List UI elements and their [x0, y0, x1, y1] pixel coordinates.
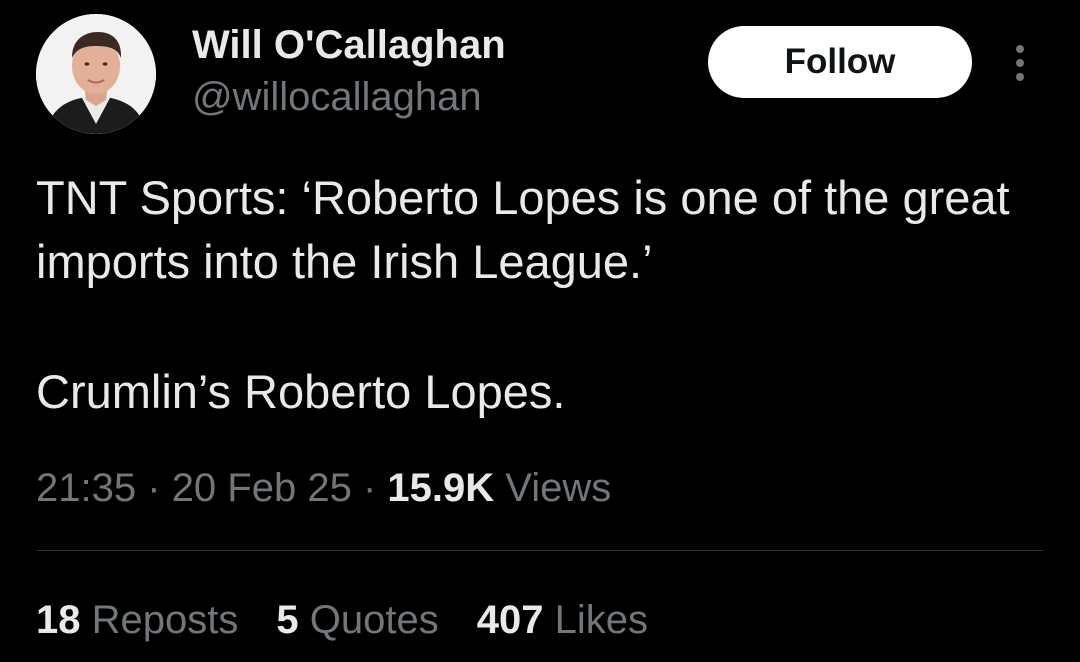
tweet-meta: 21:35 · 20 Feb 25 · 15.9K Views: [36, 462, 611, 514]
follow-button[interactable]: Follow: [708, 26, 972, 98]
profile-photo-icon: [36, 14, 156, 134]
tweet-text: TNT Sports: ‘Roberto Lopes is one of the…: [36, 166, 1046, 424]
quotes-count: 5: [276, 598, 299, 642]
tweet-time[interactable]: 21:35: [36, 466, 136, 510]
meta-separator: ·: [362, 466, 377, 510]
reposts-stat[interactable]: 18 Reposts: [36, 594, 238, 646]
tweet-date[interactable]: 20 Feb 25: [172, 466, 352, 510]
author-display-name[interactable]: Will O'Callaghan: [192, 22, 506, 68]
more-options-button[interactable]: [1002, 38, 1038, 88]
likes-label: Likes: [554, 598, 648, 642]
author-handle[interactable]: @willocallaghan: [192, 74, 482, 120]
likes-stat[interactable]: 407 Likes: [477, 594, 648, 646]
reposts-count: 18: [36, 598, 81, 642]
divider: [36, 550, 1044, 551]
avatar[interactable]: [36, 14, 156, 134]
reposts-label: Reposts: [91, 598, 239, 642]
tweet-text-paragraph-1: TNT Sports: ‘Roberto Lopes is one of the…: [36, 171, 1010, 288]
vertical-ellipsis-icon: [1016, 59, 1024, 67]
meta-separator: ·: [147, 466, 161, 510]
likes-count: 407: [476, 598, 544, 642]
views-label: Views: [505, 466, 612, 510]
quotes-stat[interactable]: 5 Quotes: [276, 594, 438, 646]
engagement-stats: 18 Reposts 5 Quotes 407 Likes: [36, 594, 686, 646]
tweet-card: Will O'Callaghan @willocallaghan Follow …: [0, 0, 1080, 662]
quotes-label: Quotes: [309, 598, 439, 642]
vertical-ellipsis-icon: [1016, 45, 1024, 53]
tweet-text-paragraph-2: Crumlin’s Roberto Lopes.: [36, 365, 566, 418]
views-count: 15.9K: [387, 466, 495, 510]
vertical-ellipsis-icon: [1016, 73, 1024, 81]
